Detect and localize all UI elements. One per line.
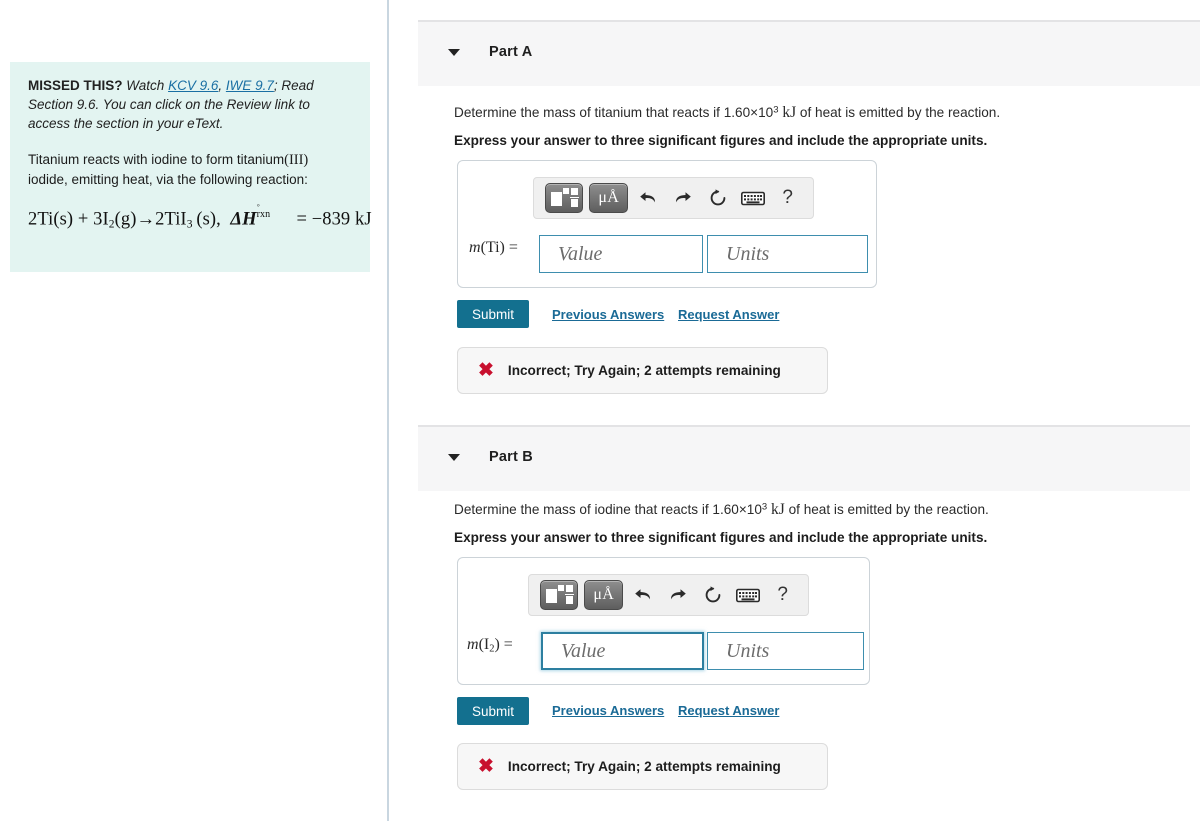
part-a-label-m: m xyxy=(469,239,481,256)
left-column: MISSED THIS? Watch KCV 9.6, IWE 9.7; Rea… xyxy=(0,0,387,821)
math-template-button[interactable] xyxy=(545,183,584,213)
part-a-answer-panel: μÅ ? m(Ti) = Value Units xyxy=(457,160,877,288)
math-template-icon xyxy=(546,585,575,605)
part-a-request-answer-link[interactable]: Request Answer xyxy=(678,307,779,322)
reset-icon[interactable] xyxy=(704,185,733,211)
part-b-instruction: Express your answer to three significant… xyxy=(454,530,988,545)
right-column: Part A Determine the mass of titanium th… xyxy=(389,0,1200,821)
part-b-value-input[interactable]: Value xyxy=(541,632,704,670)
part-a-previous-answers-link[interactable]: Previous Answers xyxy=(552,307,664,322)
part-a-instruction: Express your answer to three significant… xyxy=(454,133,988,148)
hint-problem-statement: Titanium reacts with iodine to form tita… xyxy=(28,150,354,190)
missed-this-hint-box: MISSED THIS? Watch KCV 9.6, IWE 9.7; Rea… xyxy=(10,62,372,272)
part-a-value-input[interactable]: Value xyxy=(539,235,703,273)
part-b-answer-panel: μÅ ? m(I2) = Value Units xyxy=(457,557,870,685)
part-b-feedback-banner: ✖ Incorrect; Try Again; 2 attempts remai… xyxy=(457,743,828,790)
part-a-question-post: of heat is emitted by the reaction. xyxy=(799,105,1001,120)
part-b-question-pre: Determine the mass of iodine that reacts… xyxy=(454,502,762,517)
part-a-toolbar: μÅ ? xyxy=(533,177,814,219)
part-a-feedback-banner: ✖ Incorrect; Try Again; 2 attempts remai… xyxy=(457,347,828,394)
help-icon[interactable]: ? xyxy=(773,185,802,211)
part-b-label-m: m xyxy=(467,636,479,653)
incorrect-x-icon: ✖ xyxy=(478,360,494,381)
part-a-question-exponent: 3 xyxy=(773,104,779,116)
math-template-icon xyxy=(551,188,580,208)
part-b-value-placeholder: Value xyxy=(561,639,606,662)
redo-icon[interactable] xyxy=(669,185,698,211)
help-icon[interactable]: ? xyxy=(768,582,797,608)
part-a-question: Determine the mass of titanium that reac… xyxy=(454,104,1000,122)
link-iwe-9-7[interactable]: IWE 9.7 xyxy=(226,78,274,93)
part-b-answer-label: m(I2) = xyxy=(467,636,513,655)
math-template-button[interactable] xyxy=(540,580,579,610)
part-a-question-pre: Determine the mass of titanium that reac… xyxy=(454,105,774,120)
part-b-units-input[interactable]: Units xyxy=(707,632,864,670)
hint-roman-numeral: (III) xyxy=(284,152,309,168)
part-a-header[interactable]: Part A xyxy=(418,20,1200,86)
part-b-question-unit: kJ xyxy=(771,501,785,518)
part-a-units-placeholder: Units xyxy=(726,242,770,265)
micro-angstrom-icon: μÅ xyxy=(593,586,615,603)
part-a-submit-button[interactable]: Submit xyxy=(457,300,530,328)
undo-icon[interactable] xyxy=(634,185,663,211)
part-b-submit-button[interactable]: Submit xyxy=(457,697,530,725)
hint-watch-word: Watch xyxy=(126,78,165,93)
part-a-title: Part A xyxy=(489,44,533,60)
part-b-header[interactable]: Part B xyxy=(418,425,1190,491)
chevron-down-icon[interactable] xyxy=(448,454,460,461)
page-root: MISSED THIS? Watch KCV 9.6, IWE 9.7; Rea… xyxy=(0,0,1200,821)
micro-angstrom-icon: μÅ xyxy=(598,189,620,206)
keyboard-icon[interactable] xyxy=(733,582,762,608)
part-a-answer-label: m(Ti) = xyxy=(469,239,518,257)
undo-icon[interactable] xyxy=(629,582,658,608)
part-b-question-exponent: 3 xyxy=(761,501,768,513)
chemical-equation: 2Ti(s) + 3I2(g)→2TiI3 (s), ΔH ◦ rxn = −839… xyxy=(28,199,372,231)
incorrect-x-icon: ✖ xyxy=(478,756,494,777)
part-b-request-answer-link[interactable]: Request Answer xyxy=(678,703,779,718)
part-a-label-equals: = xyxy=(508,239,518,256)
part-b-title: Part B xyxy=(489,449,533,465)
part-a-label-species: (Ti) xyxy=(480,239,505,256)
part-b-units-placeholder: Units xyxy=(726,639,770,662)
hint-problem-part1: Titanium reacts with iodine to form tita… xyxy=(28,152,285,167)
reset-icon[interactable] xyxy=(699,582,728,608)
part-a-value-placeholder: Value xyxy=(558,242,603,265)
part-b-label-species: (I xyxy=(478,636,490,653)
hint-comma: , xyxy=(218,78,223,93)
unit-symbol-button[interactable]: μÅ xyxy=(589,183,628,213)
part-b-label-paren-close: ) xyxy=(494,636,500,653)
redo-icon[interactable] xyxy=(664,582,693,608)
part-b-feedback-text: Incorrect; Try Again; 2 attempts remaini… xyxy=(507,759,781,774)
part-a-units-input[interactable]: Units xyxy=(707,235,868,273)
chevron-down-icon[interactable] xyxy=(448,49,460,56)
part-a-feedback-text: Incorrect; Try Again; 2 attempts remaini… xyxy=(507,363,781,378)
part-b-toolbar: μÅ ? xyxy=(528,574,809,616)
part-b-previous-answers-link[interactable]: Previous Answers xyxy=(552,703,664,718)
unit-symbol-button[interactable]: μÅ xyxy=(584,580,623,610)
link-kcv-9-6[interactable]: KCV 9.6 xyxy=(168,78,218,93)
hint-missed-this-label: MISSED THIS? xyxy=(28,78,123,93)
part-b-label-equals: = xyxy=(503,636,513,653)
keyboard-icon[interactable] xyxy=(738,185,767,211)
hint-text: MISSED THIS? Watch KCV 9.6, IWE 9.7; Rea… xyxy=(28,76,354,133)
part-b-question: Determine the mass of iodine that reacts… xyxy=(454,501,989,519)
part-b-question-post: of heat is emitted by the reaction. xyxy=(788,502,989,517)
part-a-question-unit: kJ xyxy=(782,104,797,121)
hint-problem-part2: iodide, emitting heat, via the following… xyxy=(28,172,308,187)
